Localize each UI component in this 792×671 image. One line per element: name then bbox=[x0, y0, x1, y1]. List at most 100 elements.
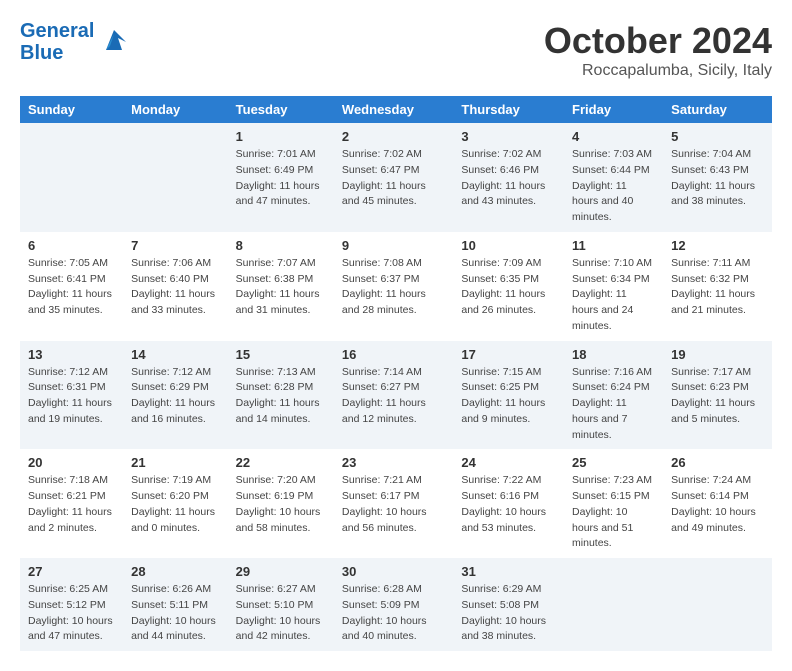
day-number: 14 bbox=[131, 347, 220, 362]
logo-icon bbox=[98, 26, 130, 58]
calendar-cell: 1 Sunrise: 7:01 AMSunset: 6:49 PMDaylight… bbox=[228, 123, 334, 232]
calendar-cell: 5Sunrise: 7:04 AMSunset: 6:43 PMDaylight… bbox=[663, 123, 772, 232]
location: Roccapalumba, Sicily, Italy bbox=[544, 62, 772, 80]
day-number: 15 bbox=[236, 347, 326, 362]
weekday-header-row: SundayMondayTuesdayWednesdayThursdayFrid… bbox=[20, 96, 772, 123]
calendar-cell: 10 Sunrise: 7:09 AMSunset: 6:35 PMDayligh… bbox=[453, 232, 564, 341]
calendar-cell: 18 Sunrise: 7:16 AMSunset: 6:24 PMDayligh… bbox=[564, 341, 663, 450]
day-info: Sunrise: 7:02 AMSunset: 6:46 PMDaylight:… bbox=[461, 147, 556, 210]
day-info: Sunrise: 7:03 AMSunset: 6:44 PMDaylight:… bbox=[572, 147, 655, 226]
calendar-body: 1 Sunrise: 7:01 AMSunset: 6:49 PMDaylight… bbox=[20, 123, 772, 651]
day-info: Sunrise: 6:26 AMSunset: 5:11 PMDaylight:… bbox=[131, 582, 220, 645]
page-header: General Blue October 2024 Roccapalumba, … bbox=[20, 20, 772, 80]
day-number: 6 bbox=[28, 238, 115, 253]
calendar-cell: 31Sunrise: 6:29 AMSunset: 5:08 PMDayligh… bbox=[453, 558, 564, 651]
day-number: 13 bbox=[28, 347, 115, 362]
day-number: 10 bbox=[461, 238, 556, 253]
weekday-header-friday: Friday bbox=[564, 96, 663, 123]
day-number: 29 bbox=[236, 564, 326, 579]
day-number: 1 bbox=[236, 129, 326, 144]
calendar-cell: 20 Sunrise: 7:18 AMSunset: 6:21 PMDayligh… bbox=[20, 449, 123, 558]
day-info: Sunrise: 7:17 AMSunset: 6:23 PMDaylight:… bbox=[671, 365, 764, 428]
day-number: 5 bbox=[671, 129, 764, 144]
calendar-cell bbox=[564, 558, 663, 651]
day-info: Sunrise: 7:01 AMSunset: 6:49 PMDaylight:… bbox=[236, 147, 326, 210]
day-info: Sunrise: 7:06 AMSunset: 6:40 PMDaylight:… bbox=[131, 256, 220, 319]
day-number: 28 bbox=[131, 564, 220, 579]
day-info: Sunrise: 7:11 AMSunset: 6:32 PMDaylight:… bbox=[671, 256, 764, 319]
day-number: 25 bbox=[572, 455, 655, 470]
calendar-cell: 15 Sunrise: 7:13 AMSunset: 6:28 PMDayligh… bbox=[228, 341, 334, 450]
calendar-cell: 21 Sunrise: 7:19 AMSunset: 6:20 PMDayligh… bbox=[123, 449, 228, 558]
weekday-header-thursday: Thursday bbox=[453, 96, 564, 123]
calendar-cell: 22Sunrise: 7:20 AMSunset: 6:19 PMDayligh… bbox=[228, 449, 334, 558]
calendar-week-row: 13 Sunrise: 7:12 AMSunset: 6:31 PMDayligh… bbox=[20, 341, 772, 450]
title-block: October 2024 Roccapalumba, Sicily, Italy bbox=[544, 20, 772, 80]
day-info: Sunrise: 7:14 AMSunset: 6:27 PMDaylight:… bbox=[342, 365, 445, 428]
calendar-cell: 4 Sunrise: 7:03 AMSunset: 6:44 PMDaylight… bbox=[564, 123, 663, 232]
calendar-cell bbox=[20, 123, 123, 232]
calendar-cell: 12 Sunrise: 7:11 AMSunset: 6:32 PMDayligh… bbox=[663, 232, 772, 341]
calendar-cell: 9Sunrise: 7:08 AMSunset: 6:37 PMDaylight… bbox=[334, 232, 453, 341]
day-number: 4 bbox=[572, 129, 655, 144]
calendar-table: SundayMondayTuesdayWednesdayThursdayFrid… bbox=[20, 96, 772, 651]
calendar-cell: 7 Sunrise: 7:06 AMSunset: 6:40 PMDaylight… bbox=[123, 232, 228, 341]
day-info: Sunrise: 7:18 AMSunset: 6:21 PMDaylight:… bbox=[28, 473, 115, 536]
day-number: 20 bbox=[28, 455, 115, 470]
calendar-cell: 8 Sunrise: 7:07 AMSunset: 6:38 PMDaylight… bbox=[228, 232, 334, 341]
day-number: 30 bbox=[342, 564, 445, 579]
day-info: Sunrise: 7:08 AMSunset: 6:37 PMDaylight:… bbox=[342, 256, 445, 319]
day-number: 23 bbox=[342, 455, 445, 470]
calendar-week-row: 1 Sunrise: 7:01 AMSunset: 6:49 PMDaylight… bbox=[20, 123, 772, 232]
calendar-cell: 11 Sunrise: 7:10 AMSunset: 6:34 PMDayligh… bbox=[564, 232, 663, 341]
calendar-cell: 27 Sunrise: 6:25 AMSunset: 5:12 PMDayligh… bbox=[20, 558, 123, 651]
logo-text: General Blue bbox=[20, 20, 94, 64]
day-info: Sunrise: 7:12 AMSunset: 6:31 PMDaylight:… bbox=[28, 365, 115, 428]
day-number: 16 bbox=[342, 347, 445, 362]
calendar-cell bbox=[663, 558, 772, 651]
weekday-header-wednesday: Wednesday bbox=[334, 96, 453, 123]
calendar-cell: 17Sunrise: 7:15 AMSunset: 6:25 PMDayligh… bbox=[453, 341, 564, 450]
calendar-week-row: 6 Sunrise: 7:05 AMSunset: 6:41 PMDaylight… bbox=[20, 232, 772, 341]
calendar-week-row: 27 Sunrise: 6:25 AMSunset: 5:12 PMDayligh… bbox=[20, 558, 772, 651]
weekday-header-sunday: Sunday bbox=[20, 96, 123, 123]
weekday-header-tuesday: Tuesday bbox=[228, 96, 334, 123]
calendar-cell: 19 Sunrise: 7:17 AMSunset: 6:23 PMDayligh… bbox=[663, 341, 772, 450]
day-info: Sunrise: 7:02 AMSunset: 6:47 PMDaylight:… bbox=[342, 147, 445, 210]
calendar-cell: 13 Sunrise: 7:12 AMSunset: 6:31 PMDayligh… bbox=[20, 341, 123, 450]
day-number: 21 bbox=[131, 455, 220, 470]
day-info: Sunrise: 7:12 AMSunset: 6:29 PMDaylight:… bbox=[131, 365, 220, 428]
day-number: 8 bbox=[236, 238, 326, 253]
day-info: Sunrise: 7:15 AMSunset: 6:25 PMDaylight:… bbox=[461, 365, 556, 428]
day-number: 12 bbox=[671, 238, 764, 253]
day-info: Sunrise: 7:05 AMSunset: 6:41 PMDaylight:… bbox=[28, 256, 115, 319]
calendar-cell: 30 Sunrise: 6:28 AMSunset: 5:09 PMDayligh… bbox=[334, 558, 453, 651]
day-number: 11 bbox=[572, 238, 655, 253]
day-number: 7 bbox=[131, 238, 220, 253]
day-info: Sunrise: 7:20 AMSunset: 6:19 PMDaylight:… bbox=[236, 473, 326, 536]
day-info: Sunrise: 7:07 AMSunset: 6:38 PMDaylight:… bbox=[236, 256, 326, 319]
weekday-header-saturday: Saturday bbox=[663, 96, 772, 123]
day-info: Sunrise: 7:16 AMSunset: 6:24 PMDaylight:… bbox=[572, 365, 655, 444]
day-number: 31 bbox=[461, 564, 556, 579]
day-info: Sunrise: 6:28 AMSunset: 5:09 PMDaylight:… bbox=[342, 582, 445, 645]
day-info: Sunrise: 7:10 AMSunset: 6:34 PMDaylight:… bbox=[572, 256, 655, 335]
day-number: 3 bbox=[461, 129, 556, 144]
month-title: October 2024 bbox=[544, 20, 772, 62]
day-number: 18 bbox=[572, 347, 655, 362]
day-number: 24 bbox=[461, 455, 556, 470]
day-info: Sunrise: 7:13 AMSunset: 6:28 PMDaylight:… bbox=[236, 365, 326, 428]
day-number: 26 bbox=[671, 455, 764, 470]
day-info: Sunrise: 6:25 AMSunset: 5:12 PMDaylight:… bbox=[28, 582, 115, 645]
logo: General Blue bbox=[20, 20, 130, 64]
calendar-header: SundayMondayTuesdayWednesdayThursdayFrid… bbox=[20, 96, 772, 123]
day-number: 19 bbox=[671, 347, 764, 362]
day-info: Sunrise: 7:09 AMSunset: 6:35 PMDaylight:… bbox=[461, 256, 556, 319]
calendar-cell: 14 Sunrise: 7:12 AMSunset: 6:29 PMDayligh… bbox=[123, 341, 228, 450]
calendar-cell: 3 Sunrise: 7:02 AMSunset: 6:46 PMDaylight… bbox=[453, 123, 564, 232]
day-info: Sunrise: 7:23 AMSunset: 6:15 PMDaylight:… bbox=[572, 473, 655, 552]
day-info: Sunrise: 7:19 AMSunset: 6:20 PMDaylight:… bbox=[131, 473, 220, 536]
day-number: 27 bbox=[28, 564, 115, 579]
day-info: Sunrise: 7:24 AMSunset: 6:14 PMDaylight:… bbox=[671, 473, 764, 536]
calendar-cell: 16 Sunrise: 7:14 AMSunset: 6:27 PMDayligh… bbox=[334, 341, 453, 450]
